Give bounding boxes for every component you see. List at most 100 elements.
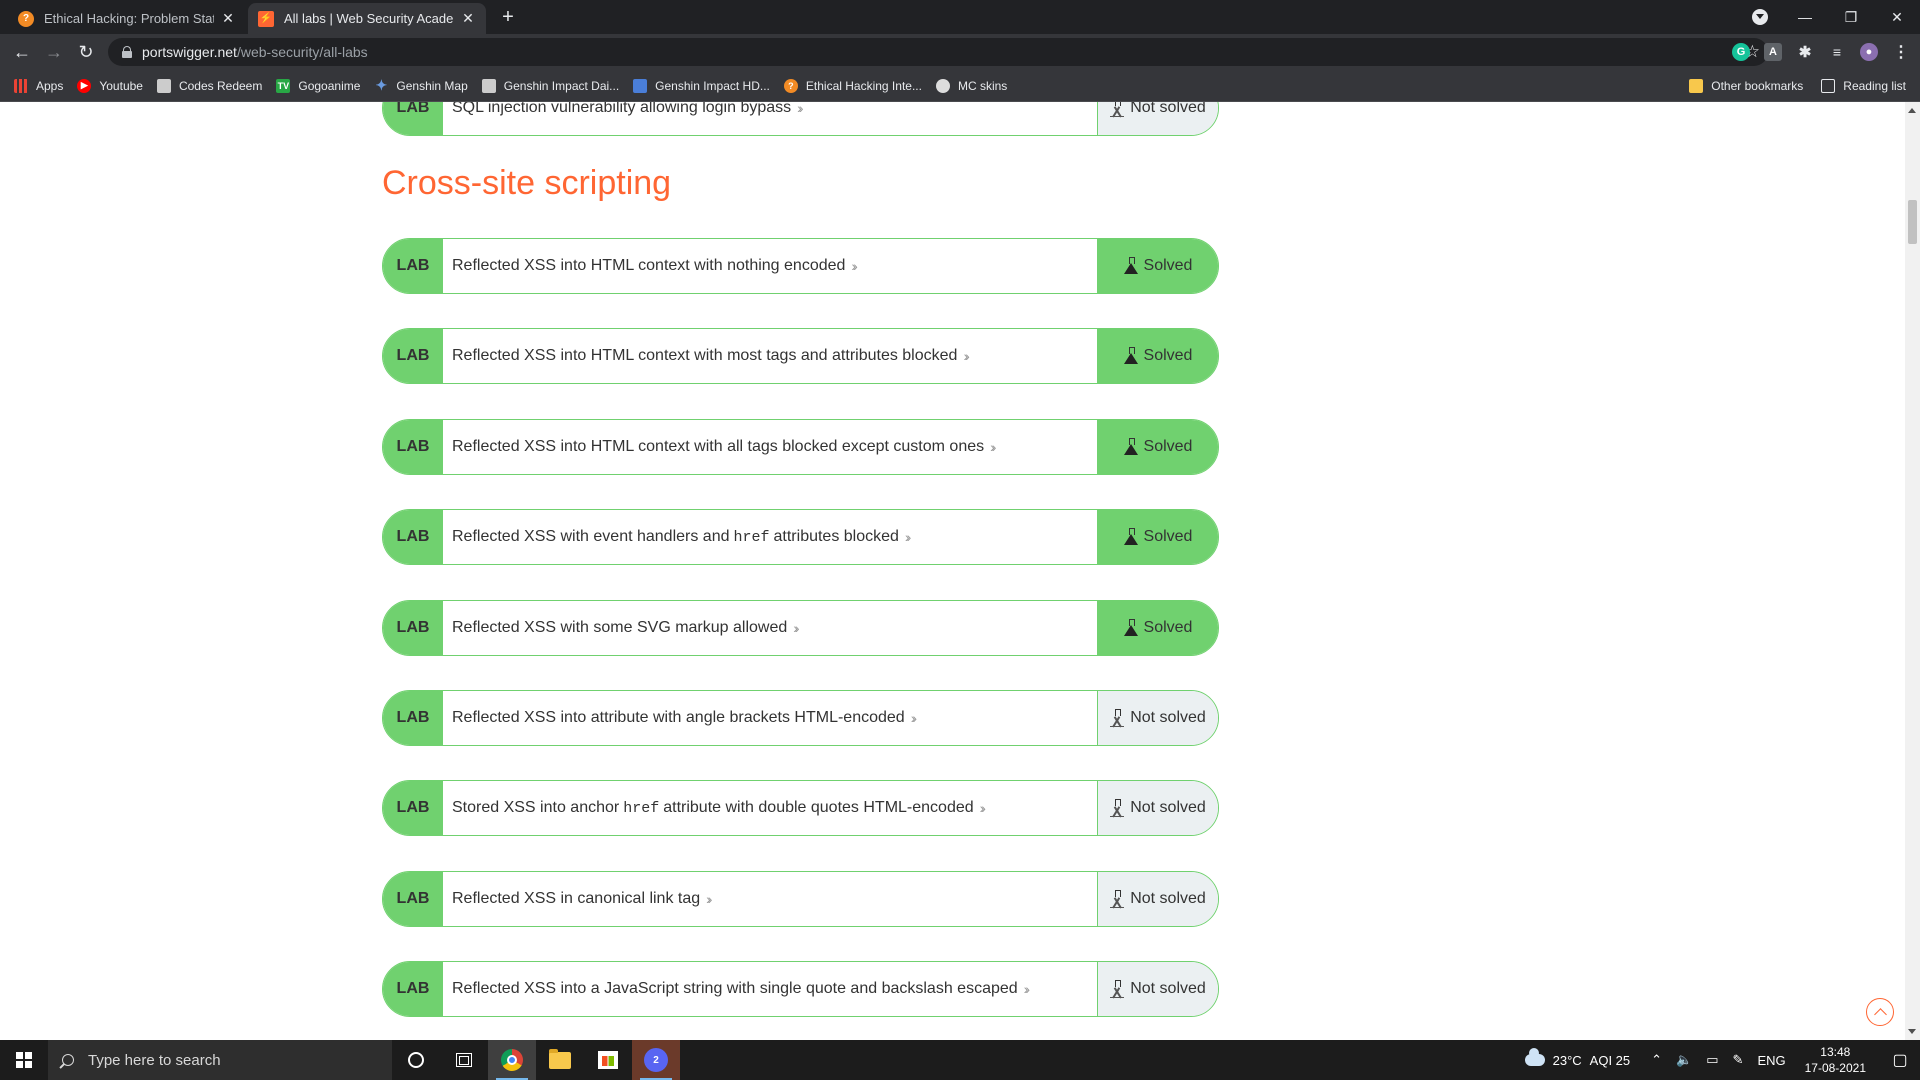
taskbar-discord[interactable]: 2 (632, 1040, 680, 1080)
bookmark-label: Genshin Map (396, 78, 468, 93)
menu-kebab-icon[interactable]: ⋮ (1892, 43, 1910, 61)
lab-row[interactable]: LAB Stored XSS into anchor href attribute w… (382, 780, 1219, 836)
tab-close-icon[interactable]: ✕ (220, 10, 236, 27)
chevron-right-icon: ›› (910, 710, 918, 726)
reload-icon[interactable]: ↻ (70, 36, 102, 68)
bookmark-youtube[interactable]: ▶ Youtube (77, 78, 143, 93)
ethical-hacking-icon: ? (783, 78, 798, 93)
volume-icon[interactable]: 🔈 (1676, 1052, 1692, 1068)
tab-search-icon[interactable] (1752, 9, 1768, 25)
lab-row[interactable]: LAB Reflected XSS with some SVG markup al… (382, 600, 1219, 656)
lab-link[interactable]: Reflected XSS into a JavaScript string w… (443, 962, 1097, 1016)
taskbar-chrome[interactable] (488, 1040, 536, 1080)
lab-status: Solved (1097, 239, 1218, 293)
chevron-up-icon[interactable]: ⌃ (1651, 1052, 1662, 1068)
lab-row[interactable]: LAB SQL injection vulnerability allowing… (382, 102, 1219, 136)
lab-link[interactable]: Reflected XSS into attribute with angle … (443, 691, 1097, 745)
scroll-down-icon[interactable] (1908, 1029, 1916, 1034)
notification-icon[interactable]: ▢ (1880, 1050, 1920, 1070)
lab-link[interactable]: Reflected XSS in canonical link tag ›› (443, 872, 1097, 926)
task-view-button[interactable] (440, 1040, 488, 1080)
store-icon (598, 1051, 618, 1069)
taskbar-search-input[interactable]: Type here to search (48, 1040, 392, 1080)
lab-status: Not solved (1097, 872, 1218, 926)
extension-icon[interactable]: A (1764, 43, 1782, 61)
bookmark-label: Genshin Impact Dai... (503, 78, 620, 93)
lab-badge: LAB (383, 420, 443, 474)
forward-arrow-icon[interactable]: → (38, 36, 70, 68)
restore-button[interactable]: ❐ (1828, 9, 1874, 26)
pen-icon[interactable]: ✎ (1733, 1052, 1744, 1068)
lab-row[interactable]: LAB Reflected XSS into HTML context with … (382, 238, 1219, 294)
reading-list[interactable]: Reading list (1821, 79, 1906, 93)
address-bar[interactable]: portswigger.net/web-security/all-labs ☆ (108, 38, 1768, 66)
lab-row[interactable]: LAB Reflected XSS in canonical link tag ››… (382, 871, 1219, 927)
codes-redeem-icon (156, 78, 171, 93)
folder-icon (1689, 79, 1704, 93)
clock[interactable]: 13:48 17-08-2021 (1805, 1044, 1866, 1076)
tab-ethical-hacking[interactable]: ? Ethical Hacking: Problem Statem ✕ (8, 3, 246, 34)
tab-all-labs[interactable]: ⚡ All labs | Web Security Academy ✕ (248, 3, 486, 34)
status-label: Solved (1143, 619, 1193, 636)
status-label: Solved (1143, 347, 1193, 364)
lab-link[interactable]: Reflected XSS with some SVG markup allow… (443, 601, 1097, 655)
lab-row[interactable]: LAB Reflected XSS into HTML context with … (382, 419, 1219, 475)
lab-badge: LAB (383, 510, 443, 564)
reading-list-queue-icon[interactable]: ≡ (1828, 43, 1846, 61)
grammarly-icon[interactable]: G (1732, 43, 1750, 61)
weather-widget[interactable]: 23°C AQI 25 (1524, 1048, 1630, 1068)
bookmark-genshin-hd[interactable]: Genshin Impact HD... (633, 78, 770, 93)
lab-row[interactable]: LAB Reflected XSS into a JavaScript strin… (382, 961, 1219, 1017)
scrollbar-thumb[interactable] (1908, 200, 1917, 244)
bookmark-apps[interactable]: Apps (14, 78, 63, 93)
bookmark-gogoanime[interactable]: TV Gogoanime (276, 78, 360, 93)
clock-date: 17-08-2021 (1804, 1061, 1866, 1075)
lab-status: Solved (1097, 510, 1218, 564)
cortana-button[interactable] (392, 1040, 440, 1080)
bookmark-genshin-map[interactable]: ✦ Genshin Map (374, 77, 468, 93)
flask-solved-icon (1123, 257, 1138, 275)
lab-title: Reflected XSS with event handlers and (452, 528, 730, 545)
genshin-map-icon: ✦ (375, 77, 388, 93)
tab-close-icon[interactable]: ✕ (460, 10, 476, 27)
lab-row[interactable]: LAB Reflected XSS with event handlers and… (382, 509, 1219, 565)
browser-tab-strip: ? Ethical Hacking: Problem Statem ✕ ⚡ Al… (0, 0, 1920, 34)
minimize-button[interactable]: — (1782, 9, 1828, 25)
status-label: Solved (1143, 257, 1193, 274)
url-path: /web-security/all-labs (236, 44, 368, 60)
back-arrow-icon[interactable]: ← (6, 36, 38, 68)
bookmark-ethical-hacking[interactable]: ? Ethical Hacking Inte... (783, 78, 922, 93)
lab-link[interactable]: Reflected XSS into HTML context with mos… (443, 329, 1097, 383)
chevron-right-icon: ›› (1023, 981, 1031, 997)
lab-row[interactable]: LAB Reflected XSS into HTML context with … (382, 328, 1219, 384)
close-window-button[interactable]: ✕ (1874, 9, 1920, 26)
scroll-up-icon[interactable] (1908, 108, 1916, 113)
language-indicator[interactable]: ENG (1757, 1053, 1785, 1068)
lab-link[interactable]: Reflected XSS into HTML context with not… (443, 239, 1097, 293)
lab-link[interactable]: Stored XSS into anchor href attribute with… (443, 781, 1097, 835)
lab-link[interactable]: Reflected XSS with event handlers and hre… (443, 510, 1097, 564)
bookmark-genshin-daily[interactable]: Genshin Impact Dai... (481, 78, 620, 93)
puzzle-extensions-icon[interactable]: ✱ (1796, 43, 1814, 61)
temperature: 23°C (1552, 1052, 1582, 1068)
lock-icon[interactable] (122, 46, 132, 58)
taskbar-file-explorer[interactable] (536, 1040, 584, 1080)
lab-status: Solved (1097, 420, 1218, 474)
bookmark-mc-skins[interactable]: MC skins (935, 78, 1007, 93)
page-scrollbar[interactable] (1905, 102, 1920, 1040)
lab-row[interactable]: LAB Reflected XSS into attribute with ang… (382, 690, 1219, 746)
lab-link[interactable]: Reflected XSS into HTML context with all… (443, 420, 1097, 474)
cortana-icon (408, 1052, 424, 1068)
network-icon[interactable]: ▭ (1706, 1052, 1718, 1068)
portswigger-favicon-icon: ⚡ (258, 10, 274, 27)
profile-avatar[interactable]: ● (1860, 43, 1878, 61)
lab-link[interactable]: SQL injection vulnerability allowing log… (443, 102, 1097, 135)
start-button[interactable] (0, 1040, 48, 1080)
back-to-top-icon[interactable] (1866, 998, 1894, 1026)
browser-toolbar: ← → ↻ portswigger.net/web-security/all-l… (0, 34, 1920, 70)
taskbar-store[interactable] (584, 1040, 632, 1080)
new-tab-button[interactable]: + (496, 6, 520, 30)
other-bookmarks[interactable]: Other bookmarks (1689, 79, 1803, 93)
bookmark-label: Genshin Impact HD... (655, 78, 770, 93)
bookmark-codes-redeem[interactable]: Codes Redeem (156, 78, 262, 93)
